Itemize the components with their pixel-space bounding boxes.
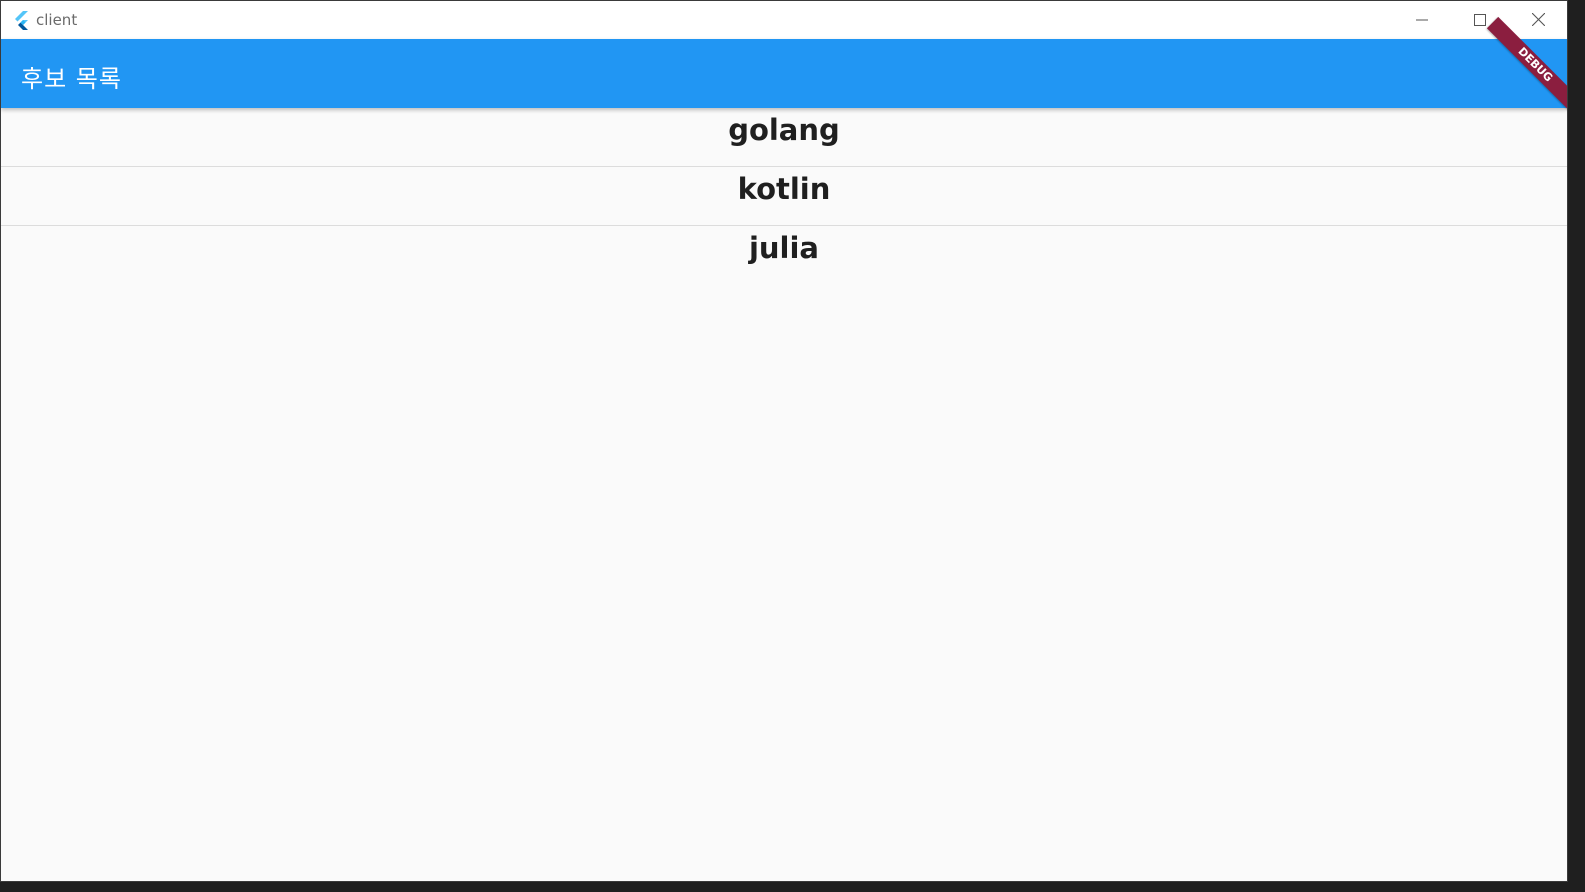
list-item-label: golang	[728, 113, 840, 147]
app-window: client 후보 목록 DEBUG golang kotlin julia	[1, 1, 1567, 881]
minimize-button[interactable]	[1393, 1, 1451, 39]
page-title: 후보 목록	[21, 65, 122, 93]
list-item[interactable]: kotlin	[1, 167, 1567, 226]
close-icon	[1531, 11, 1545, 30]
list-item[interactable]: golang	[1, 108, 1567, 167]
close-button[interactable]	[1509, 1, 1567, 39]
maximize-icon	[1474, 11, 1486, 30]
minimize-icon	[1416, 11, 1428, 30]
flutter-logo-icon	[12, 10, 32, 30]
window-titlebar[interactable]: client	[1, 1, 1567, 39]
list-item[interactable]: julia	[1, 226, 1567, 284]
candidate-list: golang kotlin julia	[1, 108, 1567, 284]
app-bar: 후보 목록 DEBUG	[1, 16, 1567, 114]
list-item-label: julia	[748, 231, 820, 265]
list-item-label: kotlin	[737, 172, 831, 206]
window-title: client	[36, 11, 78, 29]
